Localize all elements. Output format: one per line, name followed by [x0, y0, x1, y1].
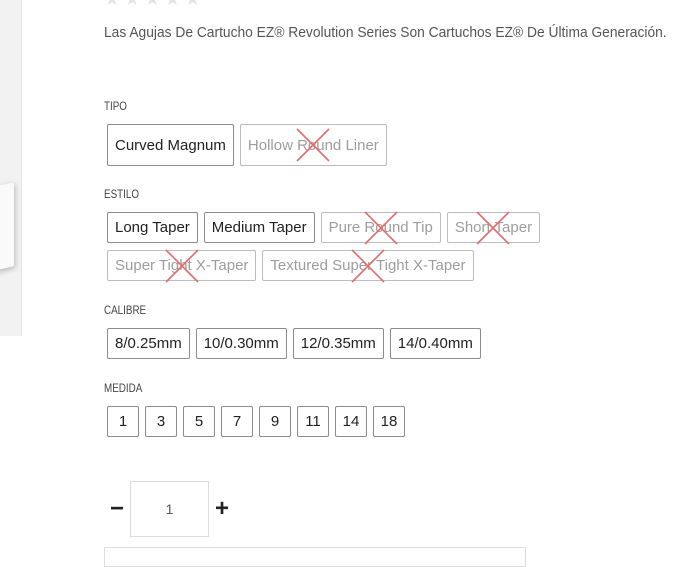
- estilo-option-label: Long Taper: [115, 219, 190, 236]
- calibre-label: CALIBRE: [104, 303, 147, 317]
- medida-option[interactable]: 18: [373, 406, 405, 437]
- medida-option[interactable]: 9: [259, 406, 291, 437]
- estilo-option[interactable]: Pure Round Tip: [320, 210, 441, 245]
- quantity-input[interactable]: [130, 481, 209, 537]
- medida-option[interactable]: 14: [335, 406, 367, 437]
- calibre-option[interactable]: 14/0.40mm: [389, 328, 481, 359]
- medida-option[interactable]: 1: [107, 406, 139, 437]
- estilo-option-label: Textured Super Tight X-Taper: [270, 257, 466, 274]
- product-short-description: Las Agujas De Cartucho EZ® Revolution Se…: [104, 24, 667, 41]
- medida-option-label: 9: [270, 413, 280, 430]
- medida-option-label: 7: [232, 413, 242, 430]
- star-icon: ★: [185, 0, 201, 8]
- calibre-options: 8/0.25mm 10/0.30mm 12/0.35mm 14/0.40mm: [107, 328, 481, 359]
- tipo-option[interactable]: Hollow Round Liner: [239, 124, 387, 166]
- calibre-option-label: 10/0.30mm: [203, 335, 279, 352]
- estilo-option[interactable]: Super Tight X-Taper: [107, 248, 257, 283]
- medida-label: MEDIDA: [104, 381, 143, 395]
- estilo-options: Long Taper Medium Taper Pure Round Tip Shor…: [107, 210, 587, 283]
- product-image[interactable]: [0, 0, 22, 336]
- estilo-option[interactable]: Medium Taper: [203, 212, 315, 243]
- star-icon: ★: [104, 0, 120, 8]
- medida-option-label: 11: [305, 413, 321, 430]
- star-icon: ★: [144, 0, 160, 8]
- estilo-option-label: Pure Round Tip: [328, 219, 433, 236]
- decrease-quantity-button[interactable]: −: [104, 481, 130, 537]
- medida-option-label: 1: [118, 413, 128, 430]
- medida-option[interactable]: 7: [221, 406, 253, 437]
- tipo-option-label: Curved Magnum: [115, 136, 226, 154]
- estilo-option[interactable]: Textured Super Tight X-Taper: [262, 248, 474, 283]
- calibre-option-label: 14/0.40mm: [397, 335, 473, 352]
- calibre-option[interactable]: 10/0.30mm: [195, 328, 287, 359]
- calibre-option[interactable]: 8/0.25mm: [107, 328, 190, 359]
- medida-option-label: 5: [194, 413, 204, 430]
- medida-option-label: 18: [380, 413, 398, 430]
- estilo-option-label: Short Taper: [454, 219, 533, 236]
- product-box-image: [0, 182, 14, 274]
- medida-option[interactable]: 11: [297, 406, 329, 437]
- estilo-option[interactable]: Long Taper: [107, 212, 198, 243]
- estilo-option[interactable]: Short Taper: [446, 210, 541, 245]
- medida-option-label: 3: [156, 413, 166, 430]
- estilo-option-label: Medium Taper: [211, 219, 307, 236]
- medida-options: 1 3 5 7 9 11 14 18: [107, 406, 405, 437]
- calibre-option[interactable]: 12/0.35mm: [292, 328, 384, 359]
- calibre-option-label: 8/0.25mm: [115, 335, 182, 352]
- tipo-option-label: Hollow Round Liner: [247, 136, 379, 154]
- add-to-cart-button[interactable]: [104, 547, 526, 567]
- quantity-stepper: − +: [104, 481, 235, 537]
- medida-option[interactable]: 3: [145, 406, 177, 437]
- medida-option[interactable]: 5: [183, 406, 215, 437]
- estilo-label: ESTILO: [104, 187, 140, 201]
- tipo-option[interactable]: Curved Magnum: [107, 124, 234, 166]
- tipo-label: TIPO: [104, 99, 127, 113]
- star-icon: ★: [124, 0, 140, 8]
- calibre-option-label: 12/0.35mm: [300, 335, 376, 352]
- tipo-options: Curved Magnum Hollow Round Liner: [107, 124, 387, 166]
- increase-quantity-button[interactable]: +: [209, 481, 235, 537]
- rating-stars: ★ ★ ★ ★ ★: [104, 0, 201, 8]
- medida-option-label: 14: [342, 413, 360, 430]
- star-icon: ★: [164, 0, 180, 8]
- estilo-option-label: Super Tight X-Taper: [115, 257, 249, 274]
